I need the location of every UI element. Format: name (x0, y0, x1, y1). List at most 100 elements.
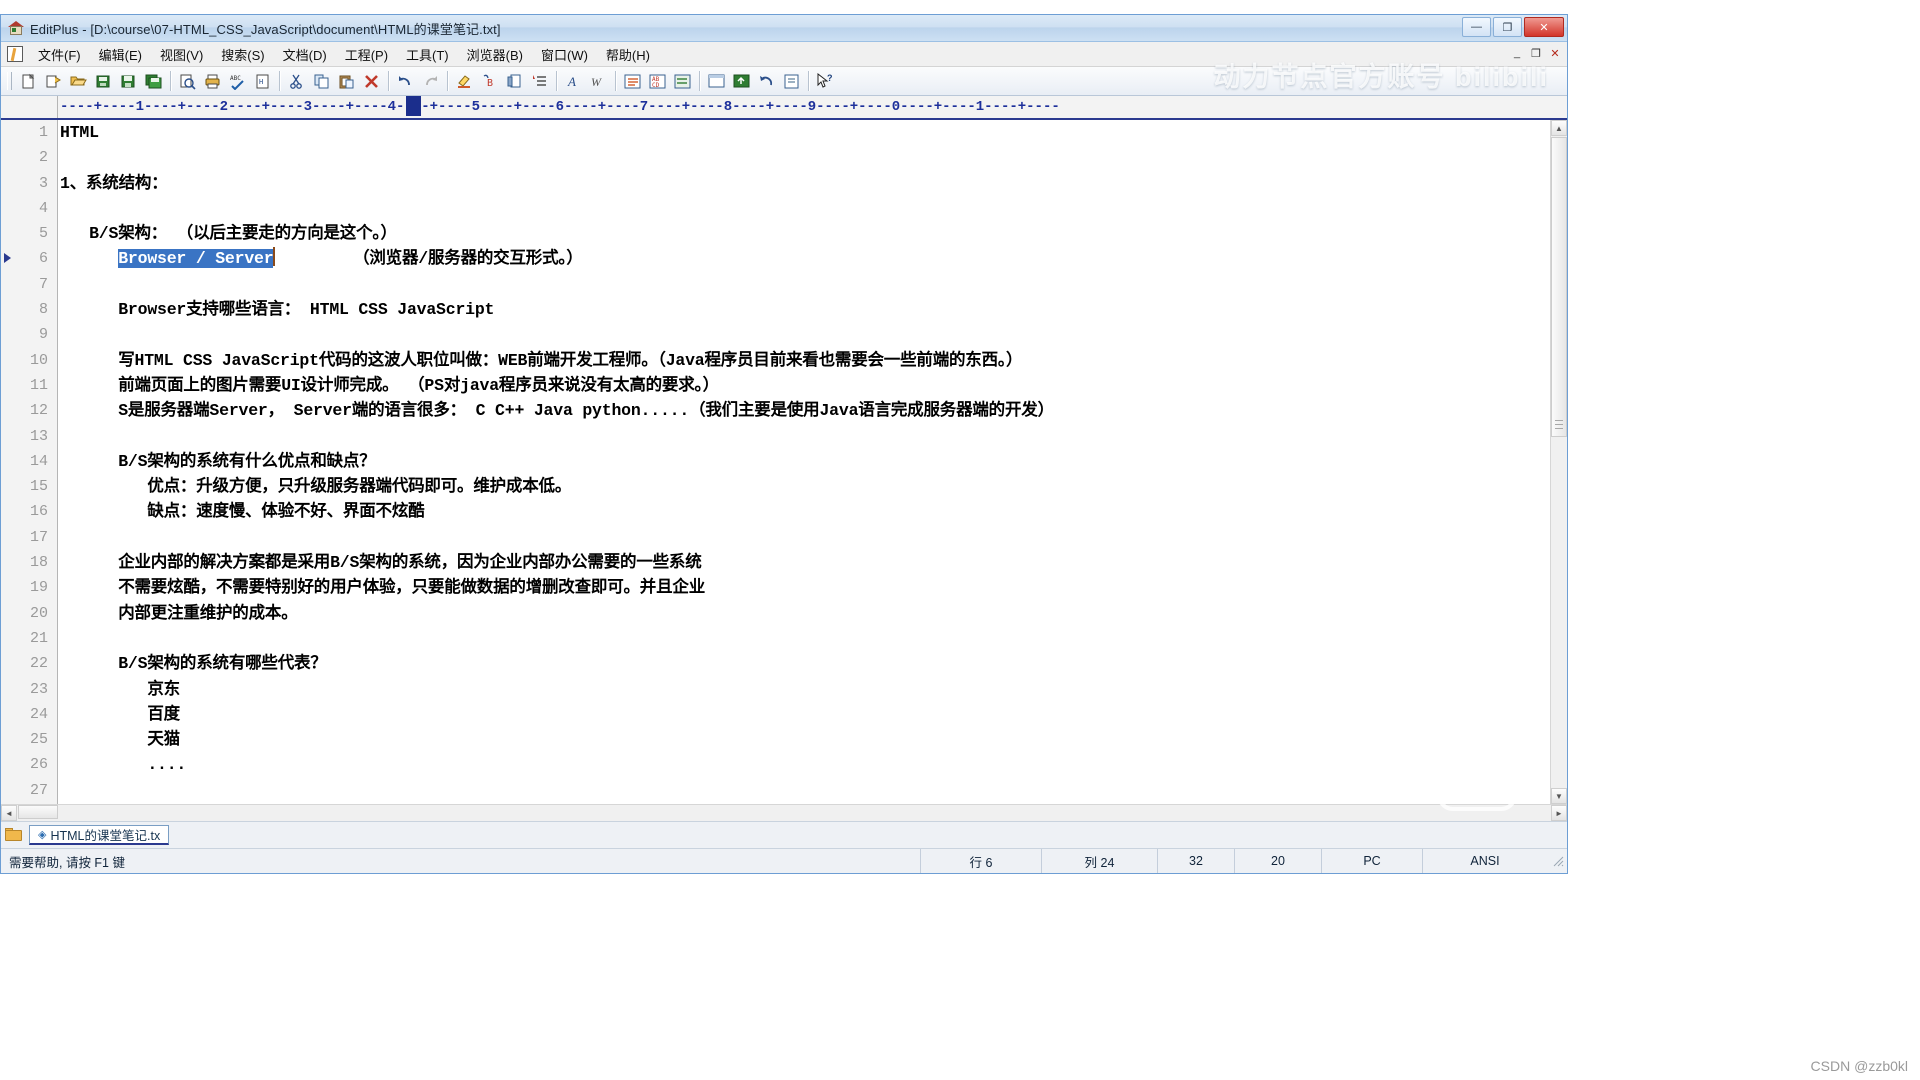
font-icon[interactable]: A (562, 70, 585, 92)
paste-icon[interactable] (335, 70, 358, 92)
cut-icon[interactable] (285, 70, 308, 92)
print-icon[interactable] (201, 70, 224, 92)
save-icon[interactable] (117, 70, 140, 92)
line-number: 11 (29, 376, 48, 394)
browser-preview-icon[interactable] (705, 70, 728, 92)
html-page-icon[interactable]: H (251, 70, 274, 92)
line-number: 12 (29, 402, 48, 420)
line-number: 20 (29, 604, 48, 622)
menu-tools[interactable]: 工具(T) (397, 42, 458, 67)
copy-icon[interactable] (310, 70, 333, 92)
toolbar-grip[interactable] (7, 72, 12, 90)
ruler-scale[interactable]: ----+----1----+----2----+----3----+----4… (58, 96, 1567, 118)
toolbar: ABC H B A W AB CD ? (1, 67, 1567, 96)
toolbar-separator (556, 71, 557, 91)
column-ruler: ----+----1----+----2----+----3----+----4… (1, 96, 1567, 120)
help-pointer-icon[interactable]: ? (814, 70, 837, 92)
status-bar: 需要帮助, 请按 F1 键 行 6 列 24 32 20 PC ANSI (1, 848, 1567, 873)
mdi-minimize-button[interactable]: _ (1509, 45, 1525, 61)
ftp-upload-icon[interactable] (730, 70, 753, 92)
undo-icon[interactable] (394, 70, 417, 92)
editplus-window: EditPlus - [D:\course\07-HTML_CSS_JavaSc… (0, 14, 1568, 874)
mdi-close-button[interactable]: ✕ (1547, 45, 1563, 61)
svg-text:?: ? (827, 73, 833, 83)
ruler-gutter-spacer (1, 96, 58, 118)
folder-icon[interactable] (5, 828, 23, 842)
code-line: 前端页面上的图片需要UI设计师完成。 （PS对java程序员来说没有太高的要求。… (60, 375, 719, 395)
code-line: S是服务器端Server， Server端的语言很多： C C++ Java p… (60, 401, 1054, 421)
back-icon[interactable] (755, 70, 778, 92)
horizontal-scroll-thumb[interactable] (18, 805, 58, 819)
status-cells: 行 6 列 24 32 20 PC ANSI (920, 849, 1547, 873)
menu-browser[interactable]: 浏览器(B) (458, 42, 532, 67)
status-row: 行 6 (920, 849, 1041, 873)
menu-edit[interactable]: 编辑(E) (90, 42, 151, 67)
title-bar: EditPlus - [D:\course\07-HTML_CSS_JavaSc… (1, 15, 1567, 42)
code-line: 企业内部的解决方案都是采用B/S架构的系统，因为企业内部办公需要的一些系统 (60, 553, 702, 573)
highlight-icon[interactable] (453, 70, 476, 92)
svg-text:H: H (259, 78, 263, 86)
line-numbers-icon[interactable] (621, 70, 644, 92)
show-spaces-icon[interactable]: AB CD (646, 70, 669, 92)
menu-project[interactable]: 工程(P) (336, 42, 397, 67)
scroll-up-arrow[interactable]: ▲ (1551, 120, 1567, 136)
toolbar-separator (170, 71, 171, 91)
print-preview-icon[interactable] (176, 70, 199, 92)
code-line: 不需要炫酷，不需要特别好的用户体验，只要能做数据的增删改查即可。并且企业 (60, 578, 706, 598)
line-number: 4 (38, 199, 48, 217)
mdi-restore-button[interactable]: ❐ (1528, 45, 1544, 61)
line6-suffix: （浏览器/服务器的交互形式。） (275, 249, 583, 269)
menu-search[interactable]: 搜索(S) (212, 42, 273, 67)
menu-window[interactable]: 窗口(W) (532, 42, 597, 67)
new-file-icon[interactable] (17, 70, 40, 92)
code-text[interactable]: HTML 1、系统结构： B/S架构： （以后主要走的方向是这个。） Brows… (58, 120, 1567, 804)
user-tools-icon[interactable] (671, 70, 694, 92)
scroll-right-arrow[interactable]: ► (1551, 805, 1567, 821)
forward-icon[interactable] (780, 70, 803, 92)
scroll-left-arrow[interactable]: ◄ (1, 805, 17, 821)
menu-document[interactable]: 文档(D) (274, 42, 336, 67)
svg-text:A: A (567, 74, 576, 89)
minimize-button[interactable]: — (1462, 17, 1491, 37)
code-line: 内部更注重维护的成本。 (60, 603, 298, 623)
vertical-scrollbar[interactable]: ▲ ▼ (1550, 120, 1567, 804)
vertical-scroll-thumb[interactable] (1551, 137, 1567, 437)
resize-grip[interactable] (1551, 854, 1565, 868)
delete-icon[interactable] (360, 70, 383, 92)
code-line: B/S架构： （以后主要走的方向是这个。） (60, 224, 397, 244)
maximize-button[interactable]: ❐ (1493, 17, 1522, 37)
save-all-icon[interactable] (142, 70, 165, 92)
open-file-icon[interactable] (67, 70, 90, 92)
open-remote-icon[interactable] (92, 70, 115, 92)
scroll-down-arrow[interactable]: ▼ (1551, 788, 1567, 804)
spell-check-icon[interactable]: ABC (226, 70, 249, 92)
tab-html-notes[interactable]: ◈ HTML的课堂笔记.tx (29, 825, 170, 845)
toolbar-separator (388, 71, 389, 91)
code-line: 缺点：速度慢、体验不好、界面不炫酷 (60, 502, 425, 522)
find-icon[interactable]: B (478, 70, 501, 92)
line-number: 8 (38, 301, 48, 319)
menu-help[interactable]: 帮助(H) (597, 42, 659, 67)
window-controls: — ❐ ✕ (1462, 17, 1564, 37)
code-line-selected: Browser / Server （浏览器/服务器的交互形式。） (60, 246, 1567, 271)
code-line: 优点：升级方便，只升级服务器端代码即可。维护成本低。 (60, 477, 572, 497)
menu-view[interactable]: 视图(V) (151, 42, 212, 67)
menu-file[interactable]: 文件(F) (29, 42, 90, 67)
close-button[interactable]: ✕ (1524, 17, 1564, 37)
tab-label: HTML的课堂笔记.tx (50, 829, 161, 843)
horizontal-scrollbar[interactable]: ◄ ► (1, 804, 1567, 821)
new-from-template-icon[interactable] (42, 70, 65, 92)
status-help-text: 需要帮助, 请按 F1 键 (9, 855, 125, 870)
line-number: 22 (29, 655, 48, 673)
word-wrap-icon[interactable]: W (587, 70, 610, 92)
replace-icon[interactable] (503, 70, 526, 92)
goto-line-icon[interactable] (528, 70, 551, 92)
menu-bar: 文件(F) 编辑(E) 视图(V) 搜索(S) 文档(D) 工程(P) 工具(T… (1, 42, 1567, 67)
toolbar-separator (615, 71, 616, 91)
redo-icon[interactable] (419, 70, 442, 92)
line-number: 19 (29, 579, 48, 597)
